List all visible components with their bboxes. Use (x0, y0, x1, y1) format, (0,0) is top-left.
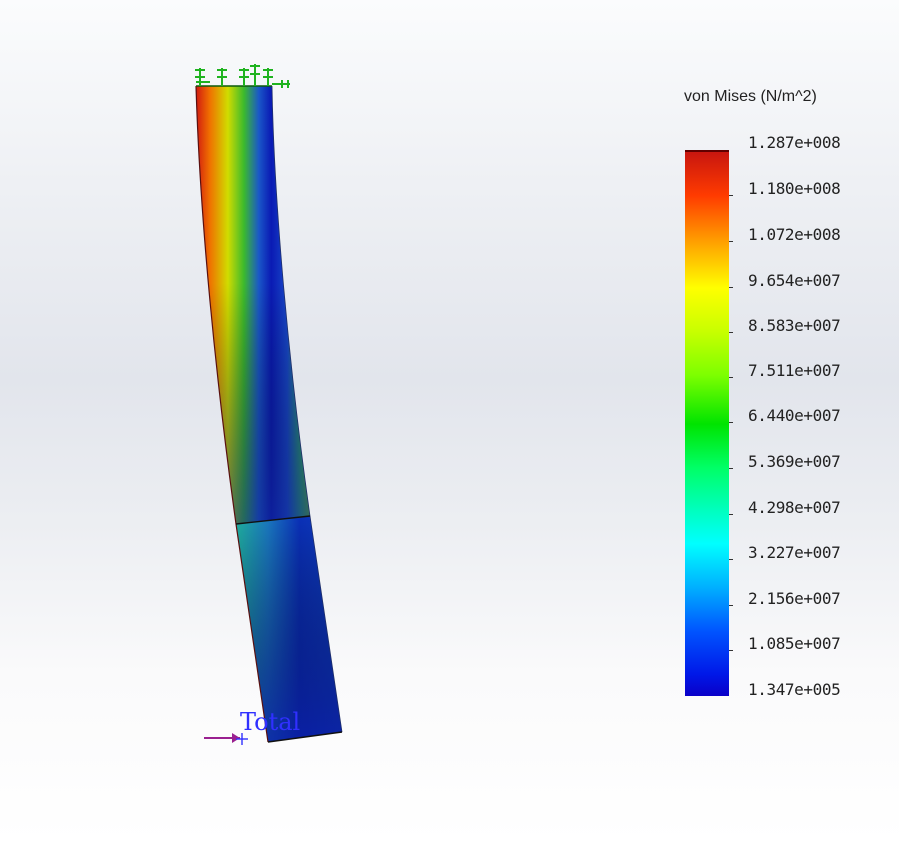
legend-label-12: 1.347e+005 (748, 680, 841, 699)
beam-upper-section (196, 86, 310, 524)
legend-label-6: 6.440e+007 (748, 406, 841, 425)
load-label: Total (240, 708, 301, 736)
legend-tick (729, 332, 733, 333)
legend-label-0: 1.287e+008 (748, 133, 841, 152)
fixture-icon (195, 64, 290, 88)
legend-label-1: 1.180e+008 (748, 179, 841, 198)
legend-tick (729, 559, 733, 560)
legend-label-3: 9.654e+007 (748, 271, 841, 290)
legend-label-9: 3.227e+007 (748, 543, 841, 562)
legend-tick (729, 650, 733, 651)
legend-label-4: 8.583e+007 (748, 316, 841, 335)
legend-tick (729, 241, 733, 242)
legend-label-11: 1.085e+007 (748, 634, 841, 653)
legend-label-8: 4.298e+007 (748, 498, 841, 517)
legend-label-2: 1.072e+008 (748, 225, 841, 244)
legend-title: von Mises (N/m^2) (684, 88, 817, 105)
legend-label-5: 7.511e+007 (748, 361, 841, 380)
legend-tick (729, 605, 733, 606)
legend-tick (729, 377, 733, 378)
legend-tick (729, 287, 733, 288)
legend-label-7: 5.369e+007 (748, 452, 841, 471)
legend-tick (729, 468, 733, 469)
graphics-viewport[interactable]: Total von Mises (N/m^2) 1.287e+008 1.180… (0, 0, 899, 843)
legend-tick (729, 195, 733, 196)
legend-tick (729, 514, 733, 515)
legend-label-10: 2.156e+007 (748, 589, 841, 608)
legend-color-bar (685, 150, 729, 696)
legend-tick (729, 422, 733, 423)
